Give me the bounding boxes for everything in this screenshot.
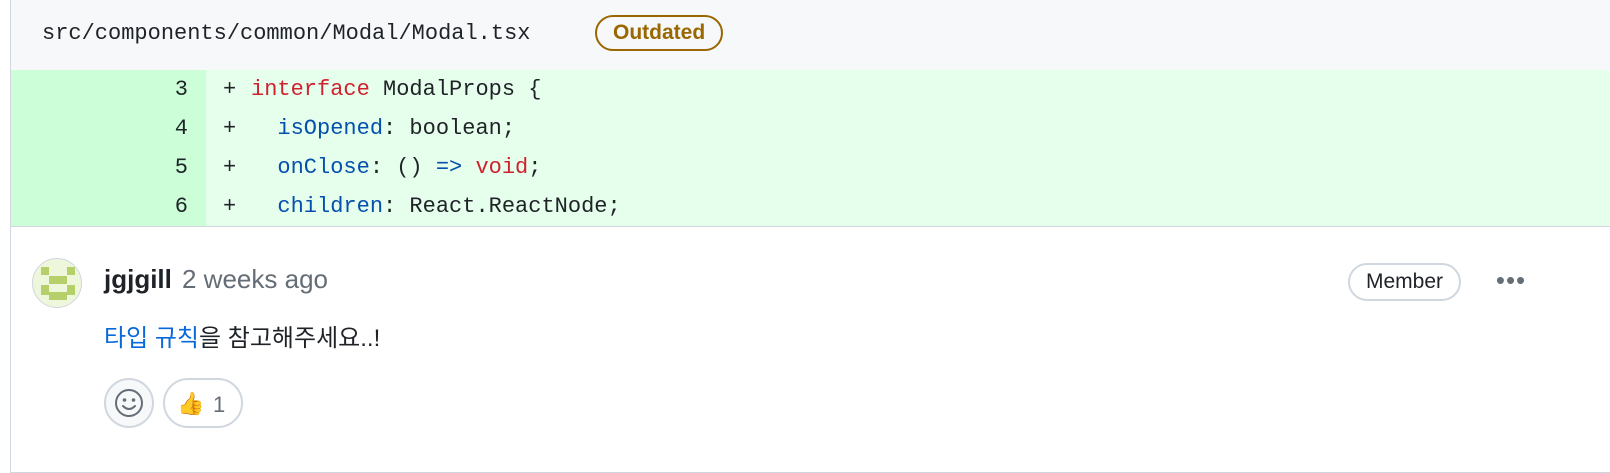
line-number[interactable]: 4 <box>11 109 206 148</box>
diff-marker: + <box>223 116 237 141</box>
thumbs-up-icon: 👍 <box>177 391 205 416</box>
line-number[interactable]: 5 <box>11 148 206 187</box>
code-text: : () <box>369 155 436 180</box>
review-thread: src/components/common/Modal/Modal.tsx Ou… <box>10 0 1610 473</box>
code-text: : React.ReactNode; <box>383 194 621 219</box>
comment-timestamp[interactable]: 2 weeks ago <box>182 264 328 295</box>
outdated-badge: Outdated <box>595 15 724 51</box>
line-code: + interface ModalProps { <box>223 70 541 109</box>
diff-hunk: 3 + interface ModalProps { 4 + isOpened: … <box>11 70 1610 227</box>
thumbs-up-reaction-button[interactable]: 👍 1 <box>163 378 243 428</box>
diff-marker: + <box>223 77 237 102</box>
code-keyword: void <box>475 155 529 180</box>
diff-line: 3 + interface ModalProps { <box>11 70 1610 109</box>
code-operator: => <box>435 155 463 180</box>
line-number[interactable]: 6 <box>11 187 206 226</box>
member-badge: Member <box>1348 263 1462 301</box>
comment-body: 타입 규칙을 참고해주세요..! <box>104 318 380 353</box>
add-reaction-button[interactable] <box>104 378 154 428</box>
diff-line: 4 + isOpened: boolean; <box>11 109 1610 148</box>
line-code: + onClose: () => void; <box>223 148 541 187</box>
line-code: + children: React.ReactNode; <box>223 187 621 226</box>
line-number[interactable]: 3 <box>11 70 206 109</box>
code-text: ; <box>528 155 542 180</box>
kebab-horizontal-icon[interactable]: ••• <box>1489 262 1533 298</box>
code-property: children <box>277 194 384 219</box>
diff-line: 5 + onClose: () => void; <box>11 148 1610 187</box>
smiley-icon <box>115 389 143 417</box>
author-avatar[interactable] <box>32 258 82 308</box>
line-code: + isOpened: boolean; <box>223 109 515 148</box>
code-text: : boolean; <box>383 116 516 141</box>
diff-line: 6 + children: React.ReactNode; <box>11 187 1610 226</box>
code-property: onClose <box>277 155 370 180</box>
code-text: ModalProps { <box>369 77 542 102</box>
author-name[interactable]: jgjgill <box>104 264 172 295</box>
file-header: src/components/common/Modal/Modal.tsx Ou… <box>11 0 1610 71</box>
reaction-count: 1 <box>213 392 226 417</box>
identicon-avatar-icon <box>41 267 75 300</box>
type-rules-link[interactable]: 타입 규칙 <box>104 325 199 352</box>
code-keyword: interface <box>251 77 370 102</box>
comment-text: 을 참고해주세요..! <box>199 325 381 352</box>
diff-marker: + <box>223 155 237 180</box>
file-path-link[interactable]: src/components/common/Modal/Modal.tsx <box>42 21 530 46</box>
diff-marker: + <box>223 194 237 219</box>
code-property: isOpened <box>277 116 384 141</box>
